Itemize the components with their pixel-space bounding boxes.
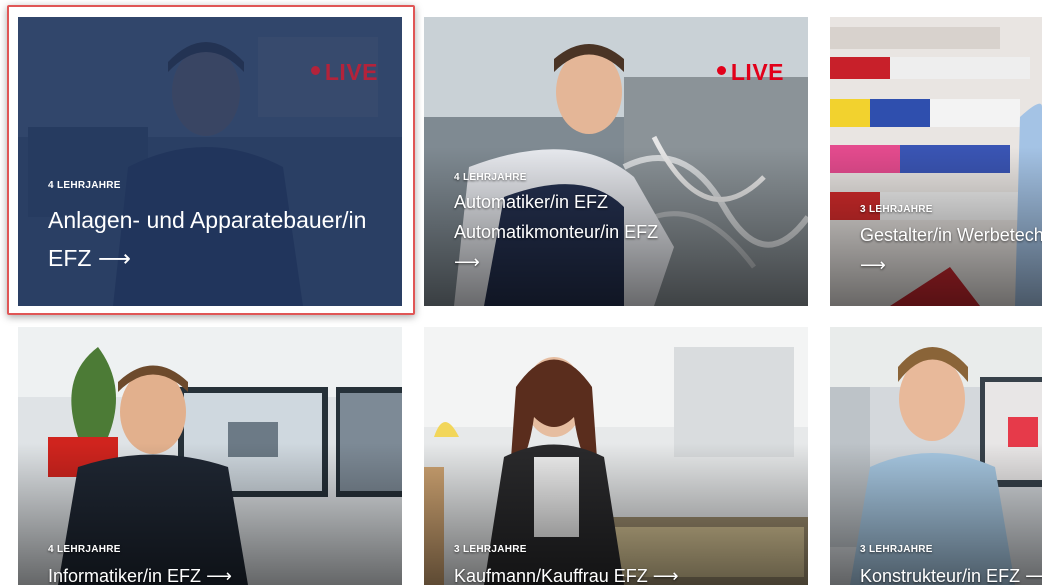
card-title[interactable]: Kaufmann/Kauffrau EFZ ⟶ <box>454 561 802 585</box>
arrow-right-icon: ⟶ <box>97 246 131 272</box>
apprenticeship-card-kaufmann[interactable]: 3 LEHRJAHRE Kaufmann/Kauffrau EFZ ⟶ <box>424 327 808 585</box>
card-duration: 4 LEHRJAHRE <box>48 544 121 555</box>
arrow-right-icon: ⟶ <box>206 566 232 585</box>
live-dot-icon <box>310 66 320 76</box>
card-title[interactable]: Informatiker/in EFZ ⟶ <box>48 561 396 585</box>
card-title[interactable]: Automatiker/in EFZ Automatikmonteur/in E… <box>454 187 674 278</box>
live-badge: LIVE <box>310 59 378 86</box>
apprenticeship-card-konstrukteur[interactable]: 3 LEHRJAHRE Konstrukteur/in EFZ ⟶ <box>830 327 1042 585</box>
card-title[interactable]: Gestalter/in Werbetechnik EFZ ⟶ <box>860 220 1042 281</box>
card-title[interactable]: Anlagen- und Apparatebauer/in EFZ ⟶ <box>48 201 396 278</box>
arrow-right-icon: ⟶ <box>1025 566 1042 585</box>
card-title[interactable]: Konstrukteur/in EFZ ⟶ <box>860 561 1042 585</box>
card-duration: 4 LEHRJAHRE <box>48 180 121 191</box>
arrow-right-icon: ⟶ <box>860 255 886 276</box>
apprenticeship-card-automatiker[interactable]: LIVE 4 LEHRJAHRE Automatiker/in EFZ Auto… <box>424 17 808 306</box>
arrow-right-icon: ⟶ <box>652 566 679 585</box>
arrow-right-icon: ⟶ <box>454 252 480 273</box>
apprenticeship-card-gestalter[interactable]: 3 LEHRJAHRE Gestalter/in Werbetechnik EF… <box>830 17 1042 306</box>
card-duration: 4 LEHRJAHRE <box>454 172 527 183</box>
apprenticeship-card-informatiker[interactable]: 4 LEHRJAHRE Informatiker/in EFZ ⟶ <box>18 327 402 585</box>
apprenticeship-card-anlagenbauer[interactable]: LIVE 4 LEHRJAHRE Anlagen- und Apparateba… <box>18 17 402 306</box>
card-duration: 3 LEHRJAHRE <box>860 204 933 215</box>
live-badge: LIVE <box>716 59 784 86</box>
live-dot-icon <box>716 66 726 76</box>
card-duration: 3 LEHRJAHRE <box>454 544 527 555</box>
card-duration: 3 LEHRJAHRE <box>860 544 933 555</box>
